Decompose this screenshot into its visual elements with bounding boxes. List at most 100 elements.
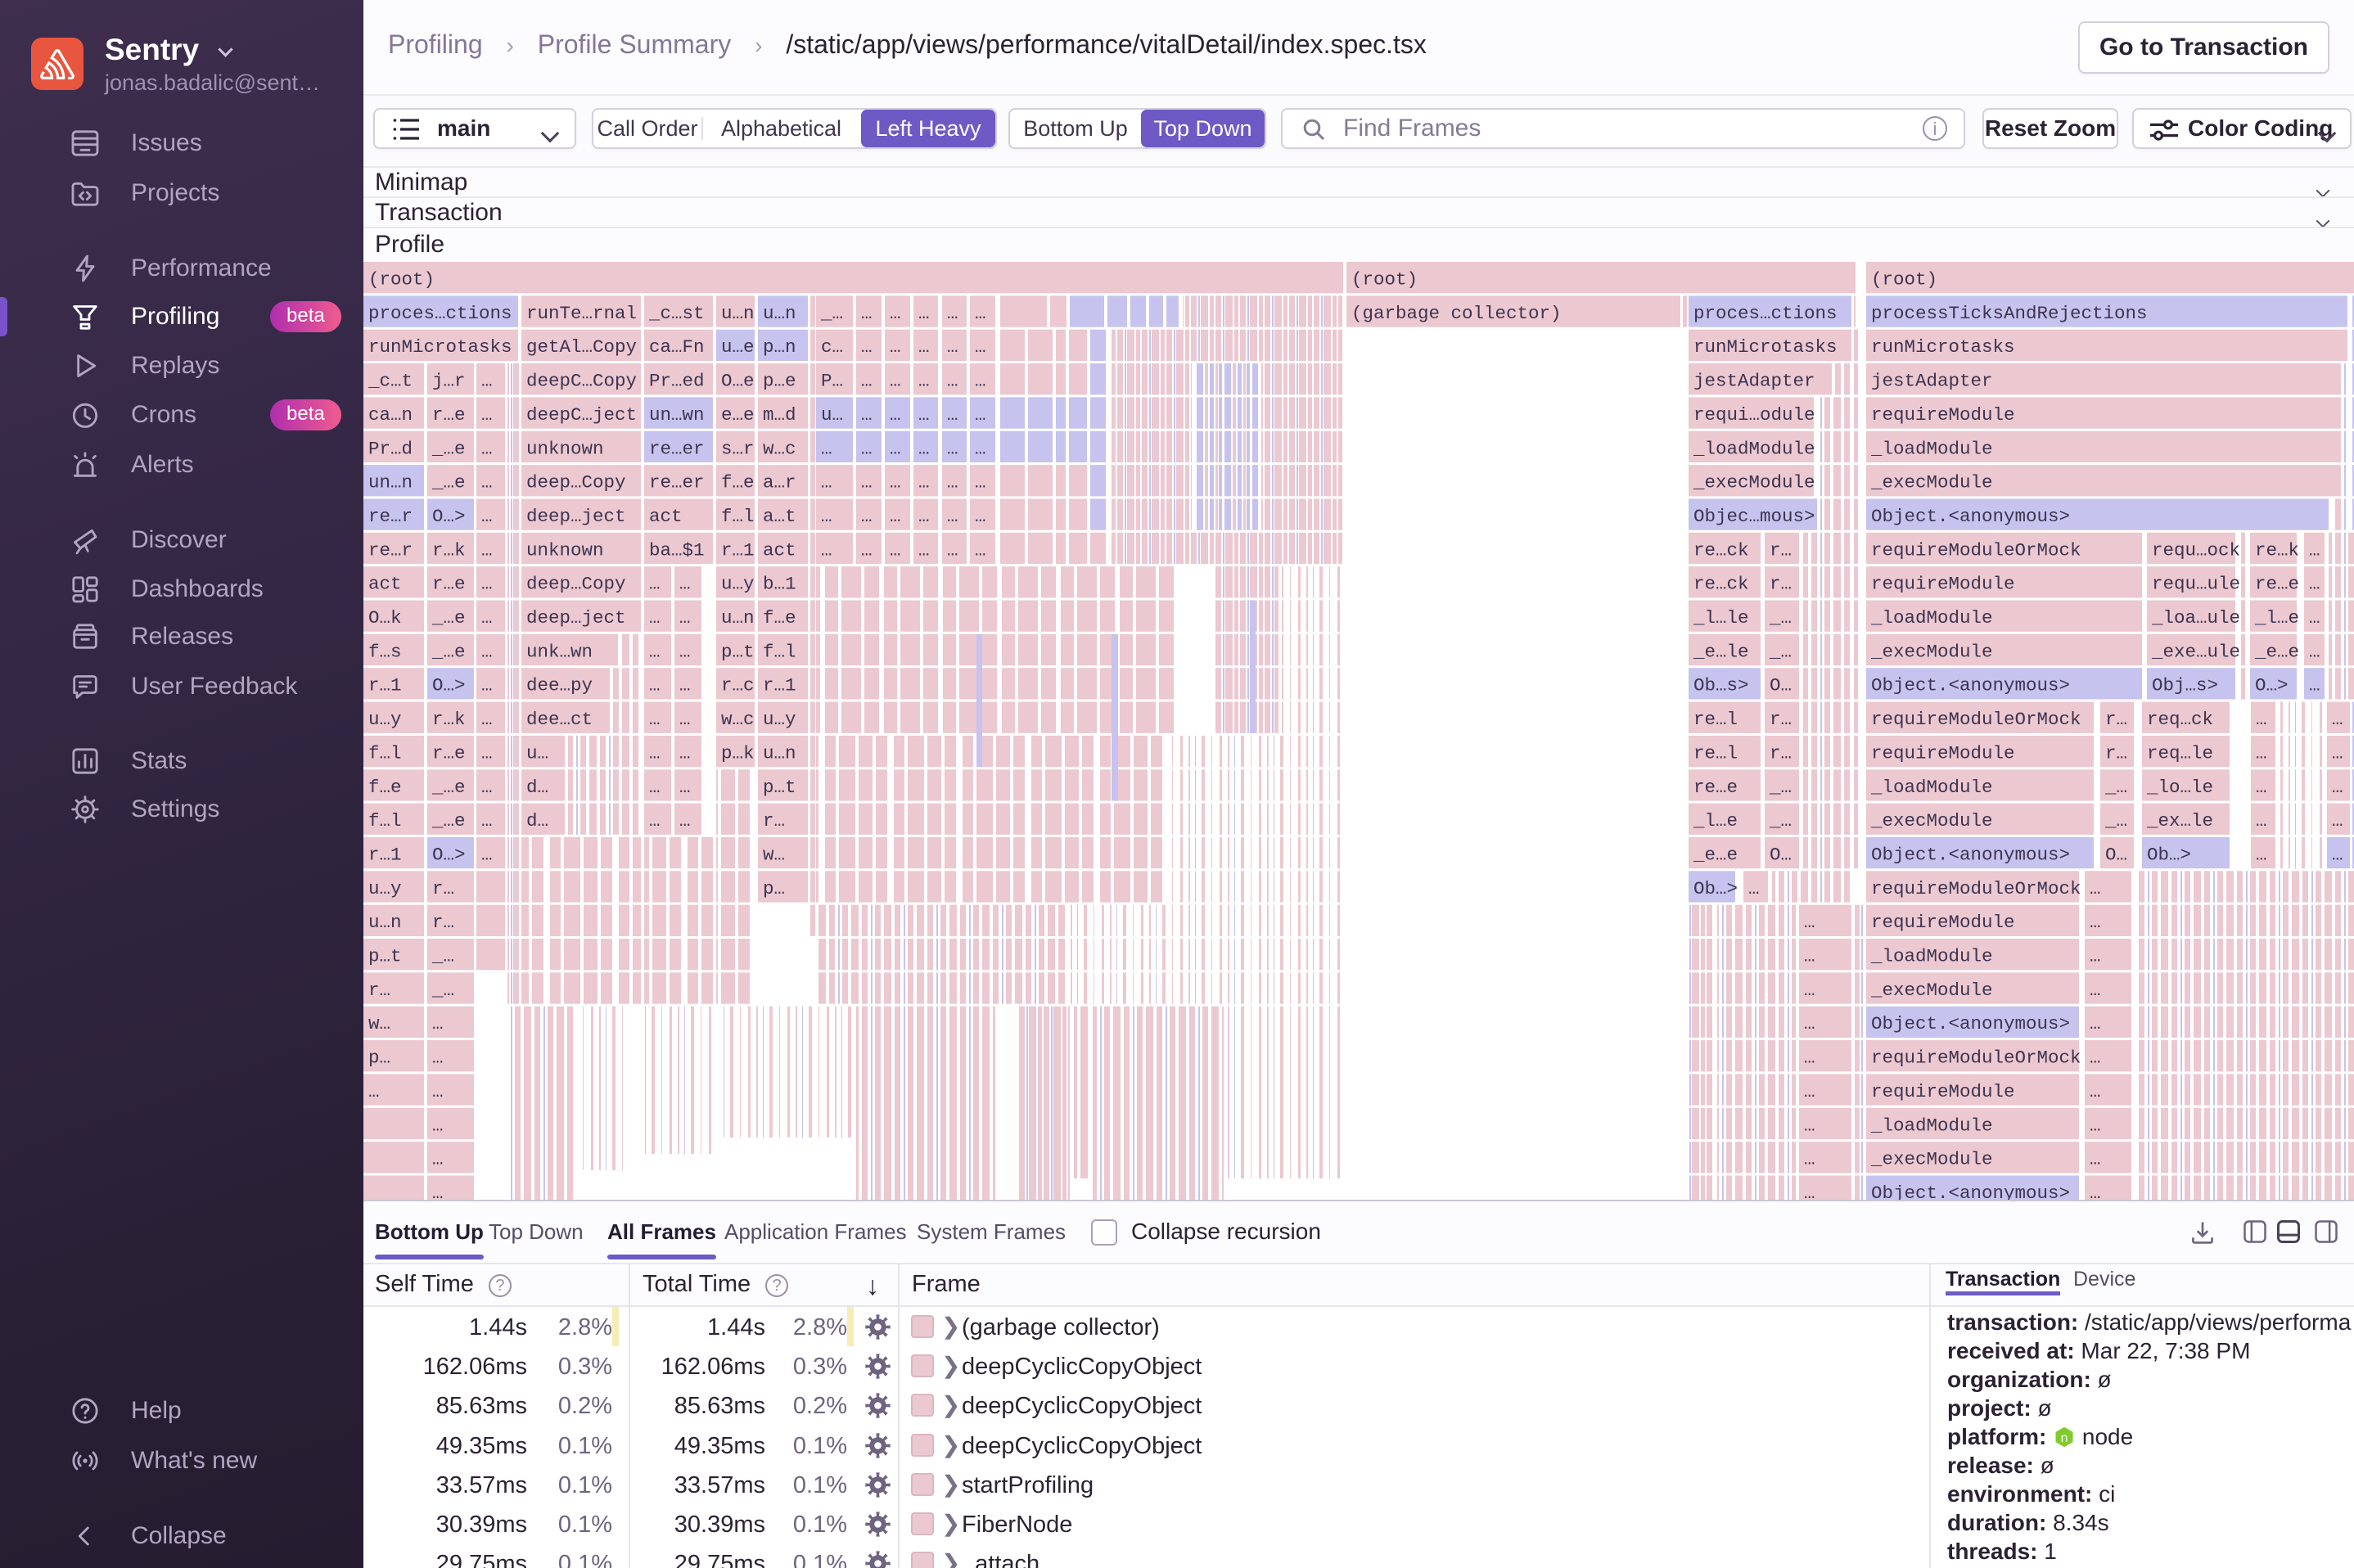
svg-text:_e…e: _e…e xyxy=(2254,641,2299,662)
svg-text:…: … xyxy=(481,506,493,527)
svg-text:…: … xyxy=(2090,878,2101,899)
svg-text:_e…le: _e…le xyxy=(1693,641,1749,662)
svg-text:…: … xyxy=(2090,912,2101,933)
svg-text:n: n xyxy=(2061,1431,2068,1445)
svg-text:_loa…ule: _loa…ule xyxy=(2151,607,2240,629)
svg-text:…: … xyxy=(890,472,901,493)
svg-text:…: … xyxy=(1804,946,1815,967)
svg-text:…: … xyxy=(2090,1013,2101,1034)
svg-text:w…: w… xyxy=(368,1013,390,1034)
svg-text:_loadModule: _loadModule xyxy=(1870,777,1993,798)
svg-text:…: … xyxy=(861,404,873,426)
svg-text:act: act xyxy=(763,539,796,561)
svg-text:_execModule: _execModule xyxy=(1693,472,1815,493)
svg-text:requireModule: requireModule xyxy=(1871,742,2015,764)
svg-text:…: … xyxy=(2309,675,2320,696)
svg-text:…: … xyxy=(821,472,832,493)
svg-text:…: … xyxy=(432,1149,444,1170)
svg-text:requireModuleOrMock: requireModuleOrMock xyxy=(1871,539,2081,561)
svg-text:…: … xyxy=(368,1081,380,1102)
svg-text:p…t: p…t xyxy=(368,946,402,967)
svg-text:…: … xyxy=(918,506,930,527)
svg-text:re…l: re…l xyxy=(1693,742,1738,764)
svg-text:Pr…d: Pr…d xyxy=(368,438,413,459)
svg-text:_…e: _…e xyxy=(431,472,466,493)
svg-text:…: … xyxy=(679,742,691,764)
svg-text:r…k: r…k xyxy=(432,539,466,561)
svg-text:Object.<anonymous>: Object.<anonymous> xyxy=(1871,1013,2070,1034)
svg-text:re…r: re…r xyxy=(368,539,413,561)
svg-text:f…l: f…l xyxy=(368,810,402,831)
svg-text:(root): (root) xyxy=(1871,269,1937,291)
svg-text:_…: _… xyxy=(431,946,454,967)
svg-text:…: … xyxy=(481,675,493,696)
svg-text:…: … xyxy=(649,675,661,696)
svg-text:…: … xyxy=(947,371,958,392)
svg-text:…: … xyxy=(861,303,873,324)
svg-text:r…e: r…e xyxy=(432,574,466,595)
svg-text:w…c: w…c xyxy=(721,709,755,730)
svg-text:re…e: re…e xyxy=(1693,777,1738,798)
svg-text:un…wn: un…wn xyxy=(649,404,705,426)
svg-text:…: … xyxy=(918,303,930,324)
svg-text:…: … xyxy=(679,607,691,629)
svg-text:…: … xyxy=(975,539,986,561)
svg-text:_execModule: _execModule xyxy=(1870,980,1993,1001)
svg-text:requireModule: requireModule xyxy=(1871,574,2015,595)
svg-text:O…>: O…> xyxy=(432,675,466,696)
svg-text:p…t: p…t xyxy=(721,641,755,662)
svg-text:requ…ock: requ…ock xyxy=(2152,539,2240,561)
svg-text:…: … xyxy=(2090,946,2101,967)
svg-text:…: … xyxy=(2256,844,2267,865)
svg-text:re…e: re…e xyxy=(2255,574,2299,595)
svg-text:O…>: O…> xyxy=(2255,675,2289,696)
svg-text:dee…ct: dee…ct xyxy=(526,709,593,730)
svg-text:requireModule: requireModule xyxy=(1871,404,2015,426)
svg-text:…: … xyxy=(947,472,958,493)
svg-text:…: … xyxy=(481,777,493,798)
svg-text:_l…le: _l…le xyxy=(1693,607,1749,629)
svg-text:…: … xyxy=(1748,878,1760,899)
svg-text:…: … xyxy=(821,506,832,527)
svg-text:r…1: r…1 xyxy=(721,539,755,561)
svg-text:…: … xyxy=(2256,810,2267,831)
svg-text:requ…ule: requ…ule xyxy=(2152,574,2240,595)
svg-text:…: … xyxy=(861,336,873,358)
svg-text:re…k: re…k xyxy=(2255,539,2299,561)
svg-text:…: … xyxy=(481,438,493,459)
svg-text:req…le: req…le xyxy=(2147,742,2213,764)
svg-text:O…>: O…> xyxy=(432,506,466,527)
svg-text:deepC…ject: deepC…ject xyxy=(526,404,637,426)
svg-text:u…y: u…y xyxy=(721,574,755,595)
svg-text:_l…e: _l…e xyxy=(2254,607,2299,629)
svg-text:re…er: re…er xyxy=(649,472,705,493)
svg-text:…: … xyxy=(890,371,901,392)
svg-text:…: … xyxy=(679,641,691,662)
svg-text:…: … xyxy=(861,506,873,527)
svg-text:r…1: r…1 xyxy=(368,844,402,865)
svg-text:…: … xyxy=(649,742,661,764)
svg-text:…: … xyxy=(861,438,873,459)
svg-text:f…s: f…s xyxy=(368,641,402,662)
svg-text:…: … xyxy=(649,709,661,730)
svg-text:_…: _… xyxy=(820,303,843,324)
svg-text:…: … xyxy=(947,539,958,561)
svg-text:…: … xyxy=(975,506,986,527)
svg-text:…: … xyxy=(2090,1048,2101,1069)
svg-text:…: … xyxy=(975,371,986,392)
svg-text:_exe…ule: _exe…ule xyxy=(2151,641,2240,662)
svg-text:…: … xyxy=(947,303,958,324)
svg-text:_l…e: _l…e xyxy=(1693,810,1738,831)
svg-text:P…: P… xyxy=(821,371,843,392)
svg-text:r…1: r…1 xyxy=(368,675,402,696)
svg-text:r…: r… xyxy=(432,912,454,933)
svg-text:…: … xyxy=(2309,641,2320,662)
svg-text:_c…st: _c…st xyxy=(648,303,705,324)
svg-text:un…n: un…n xyxy=(368,472,413,493)
svg-text:…: … xyxy=(890,506,901,527)
svg-text:runMicrotasks: runMicrotasks xyxy=(368,336,512,358)
svg-text:proces…ctions: proces…ctions xyxy=(368,303,512,324)
svg-text:…: … xyxy=(2332,810,2343,831)
svg-text:…: … xyxy=(679,675,691,696)
svg-text:u…n: u…n xyxy=(721,607,755,629)
